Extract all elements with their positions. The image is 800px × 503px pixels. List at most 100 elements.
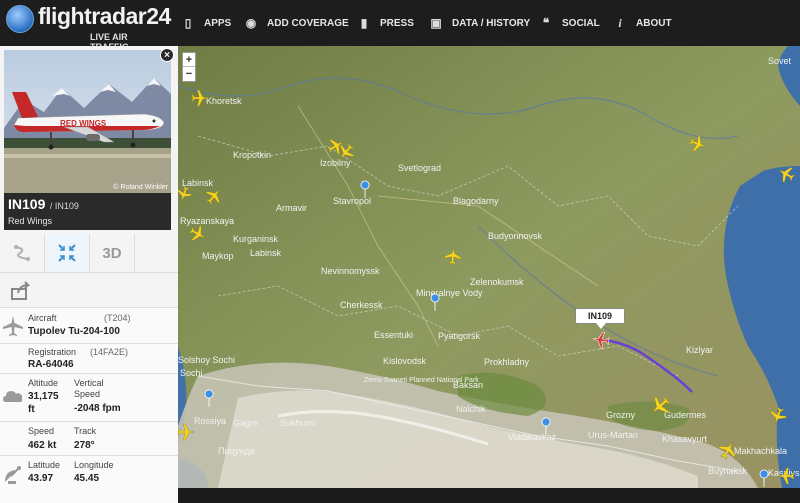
center-arrows-icon (58, 244, 76, 262)
city-label: Mineralnye Vody (416, 288, 483, 298)
longitude-label: Longitude (74, 460, 114, 470)
nav-item-add-coverage[interactable]: ◉ ADD COVERAGE (243, 15, 349, 31)
top-navigation-bar: flightradar24 LIVE AIR TRAFFIC ▯ APPS ◉ … (0, 0, 800, 52)
aircraft-photo: RED WINGS © Roland Winkler (4, 50, 171, 193)
city-label: Baksan (453, 380, 483, 390)
city-label: Kizlyar (686, 345, 713, 355)
position-row: Latitude 43.97 Longitude 45.45 (0, 456, 178, 503)
zoom-out-button[interactable]: − (183, 67, 195, 81)
aircraft-code: (T204) (104, 313, 131, 323)
share-icon (11, 281, 31, 300)
longitude-value: 45.45 (74, 473, 100, 484)
speed-row: Speed 462 kt Track 278° (0, 422, 178, 456)
box-icon: ▣ (430, 16, 442, 30)
center-view-button[interactable] (45, 234, 90, 272)
city-label: Prokhladny (484, 357, 530, 367)
brand-logo[interactable]: flightradar24 LIVE AIR TRAFFIC (6, 3, 171, 52)
city-label: Ryazanskaya (180, 216, 234, 226)
speed-value: 462 kt (28, 440, 57, 451)
altitude-unit: ft (28, 404, 35, 415)
city-label: Пицунда (218, 446, 254, 456)
nav-label: SOCIAL (562, 17, 600, 29)
nav-item-press[interactable]: ▮ PRESS (356, 15, 414, 31)
city-label: Buynaksk (708, 466, 748, 476)
airplane-icon (3, 316, 23, 336)
city-label: Gagre (233, 418, 258, 428)
city-label: Maykop (202, 251, 234, 261)
city-label: Svetlograd (398, 163, 441, 173)
nav-label: APPS (204, 17, 232, 29)
vspeed-label-line2: Speed (74, 389, 101, 399)
city-label: Nevinnomyssk (321, 266, 380, 276)
nav-item-data-history[interactable]: ▣ DATA / HISTORY (428, 15, 530, 31)
nav-label: ABOUT (636, 17, 672, 29)
flight-identity: IN109 / IN109 Red Wings (4, 193, 171, 230)
vspeed-label-line1: Vertical (74, 378, 104, 388)
zoom-in-button[interactable]: + (183, 53, 195, 67)
city-label: Budyonnovsk (488, 231, 543, 241)
airline-name: Red Wings (8, 216, 53, 226)
city-label: Gudermes (664, 410, 707, 420)
cloud-icon (3, 391, 23, 402)
flight-number: / IN109 (49, 201, 79, 211)
globe-icon (6, 5, 34, 33)
aircraft-label: Aircraft (28, 313, 57, 323)
info-icon: i (618, 15, 622, 30)
nav-item-about[interactable]: i ABOUT (612, 15, 672, 31)
city-label: Sochi (180, 368, 203, 378)
city-label: Rossiya (194, 416, 226, 426)
phone-icon: ▯ (184, 16, 192, 30)
3d-view-button[interactable]: 3D (90, 234, 135, 272)
document-icon: ▮ (360, 16, 368, 30)
share-row (0, 272, 178, 308)
nav-item-apps[interactable]: ▯ APPS (180, 15, 232, 31)
latitude-label: Latitude (28, 460, 61, 470)
latitude-value: 43.97 (28, 473, 54, 484)
satellite-dish-icon (5, 466, 21, 484)
registration-value: RA-64046 (28, 359, 74, 370)
flightradar-app: flightradar24 LIVE AIR TRAFFIC ▯ APPS ◉ … (0, 0, 800, 503)
close-panel-button[interactable]: × (160, 48, 174, 62)
route-button[interactable] (0, 234, 45, 272)
nav-label: ADD COVERAGE (267, 17, 349, 29)
city-label: Cherkessk (340, 300, 383, 310)
live-map[interactable]: Khoretsk Kropotkin Izobilny Svetlograd L… (178, 46, 800, 488)
view-tools: 3D (0, 234, 178, 272)
city-label: Khasavyurt (662, 434, 708, 444)
track-value: 278° (74, 440, 95, 451)
eye-icon: ◉ (245, 16, 257, 30)
city-label: Makhachkala (734, 446, 787, 456)
nav-label: PRESS (380, 17, 414, 29)
callsign: IN109 (8, 196, 46, 212)
registration-label: Registration (28, 347, 77, 357)
city-label: Vladikavkaz (508, 432, 557, 442)
city-label: Kurganinsk (233, 234, 279, 244)
city-label: Grozny (606, 410, 636, 420)
selected-flight-label[interactable]: IN109 (575, 308, 625, 329)
city-label: Kislovodsk (383, 356, 427, 366)
3d-label: 3D (102, 244, 122, 262)
vspeed-value: -2048 fpm (74, 403, 121, 414)
livery-text: RED WINGS (60, 119, 107, 128)
city-label: Sovet (768, 56, 792, 66)
city-label: Labinsk (182, 178, 214, 188)
registration-code: (14FA2E) (90, 347, 129, 357)
city-label: Izobilny (320, 158, 351, 168)
city-label: Essentuki (374, 330, 413, 340)
city-label: Armavir (276, 203, 307, 213)
city-label: Sukhumi (280, 418, 315, 428)
aircraft-model: Tupolev Tu-204-100 (28, 326, 120, 337)
share-button[interactable] (10, 281, 32, 301)
zoom-controls: + − (182, 52, 196, 82)
quote-icon: ❝ (542, 16, 550, 30)
city-label: Nalchik (456, 404, 486, 414)
city-label: Kropotkin (233, 150, 271, 160)
nav-item-social[interactable]: ❝ SOCIAL (538, 15, 600, 31)
city-label: Urus-Martan (588, 430, 638, 440)
city-label: Zelenokumsk (470, 277, 524, 287)
city-label: Solshoy Sochi (178, 355, 235, 365)
altitude-row: Altitude 31,175 ft Vertical Speed -2048 … (0, 374, 178, 422)
altitude-label: Altitude (28, 378, 59, 388)
registration-row: Registration (14FA2E) RA-64046 (0, 344, 178, 374)
city-label: Blagodarny (453, 196, 499, 206)
